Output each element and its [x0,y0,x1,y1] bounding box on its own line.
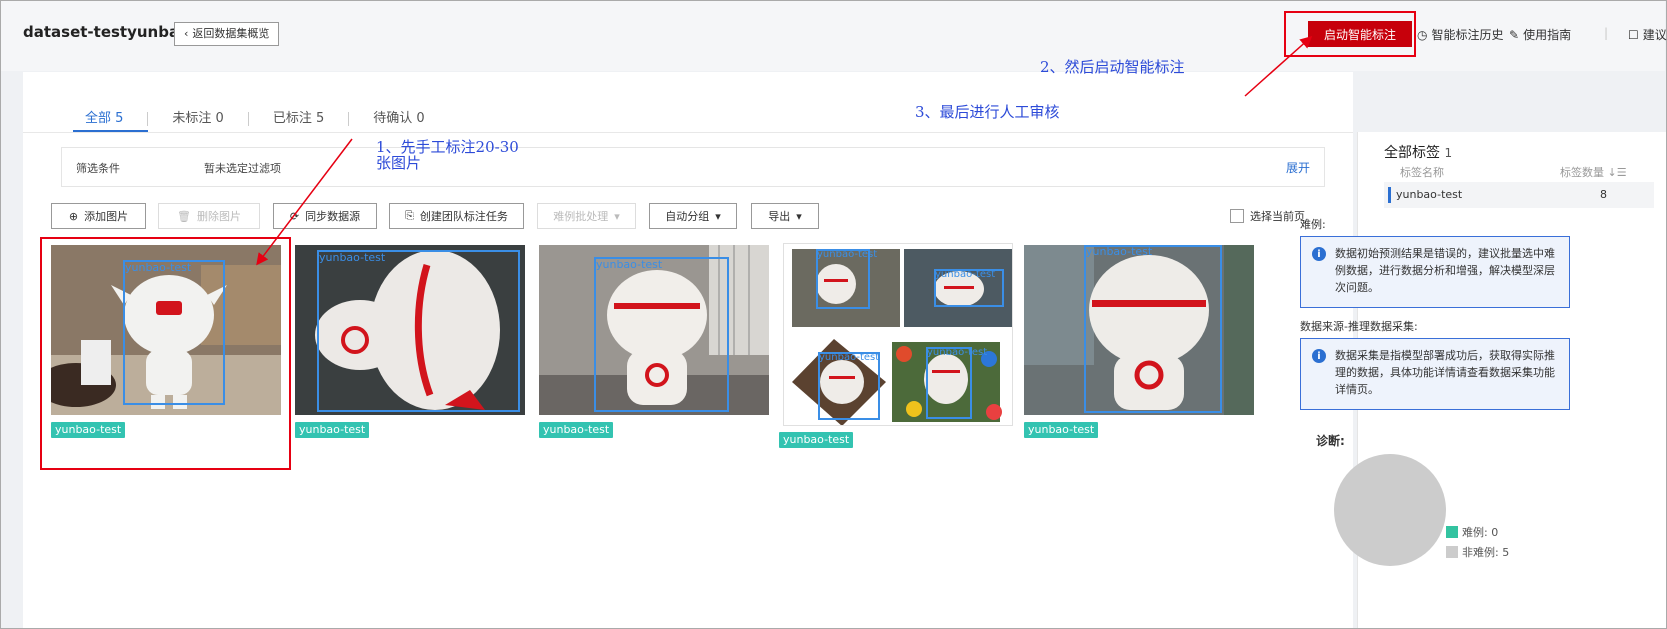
label-name: yunbao-test [1396,188,1463,201]
sync-source-button[interactable]: ⟳ 同步数据源 [273,203,377,229]
add-image-button[interactable]: ⊕ 添加图片 [51,203,146,229]
create-team-task-button[interactable]: ⎘ 创建团队标注任务 [389,203,524,229]
data-source-title: 数据来源-推理数据采集: [1300,320,1418,333]
delete-image-button[interactable]: 🗑 删除图片 [158,203,260,229]
bounding-box-label: yunbao-test [596,258,663,271]
dataset-title: dataset-testyunbao [23,23,190,41]
pie-slice-nonhard [1334,454,1446,566]
hard-example-info: i 数据初始预测结果是错误的，建议批量选中难例数据，进行数据分析和增强，解决模型… [1300,236,1570,308]
feedback-link[interactable]: ☐ 建议 [1628,26,1667,43]
label-count-value: 8 [1600,188,1607,201]
label-count: 1 [1444,146,1453,160]
tab-divider [147,112,149,126]
label-row[interactable]: yunbao-test 8 [1384,182,1654,208]
image-card-2[interactable]: yunbao-test [295,245,525,415]
sort-icon[interactable]: ↓☰ [1608,166,1627,179]
info-icon: i [1312,247,1326,261]
image-tag: yunbao-test [779,432,854,448]
back-to-overview-button[interactable]: ‹ 返回数据集概览 [174,22,280,46]
select-page-checkbox[interactable] [1230,209,1244,223]
export-dropdown[interactable]: 导出 ▾ [751,203,819,229]
bounding-box[interactable] [594,257,729,412]
tab-divider [348,112,350,126]
legend-nonhard: 非难例: 5 [1446,544,1509,560]
tab-unlabeled[interactable]: 未标注 0 [160,109,235,129]
bounding-box-label: yunbao-test [935,269,996,280]
highlight-first-image [40,237,291,470]
trash-icon: 🗑 [177,209,191,223]
chevron-left-icon: ‹ [184,27,189,40]
smart-labeling-history-link[interactable]: ◷ 智能标注历史 [1417,26,1504,43]
bounding-box-label: yunbao-test [1086,245,1153,258]
toolbar: ⊕ 添加图片 🗑 删除图片 ⟳ 同步数据源 ⎘ 创建团队标注任务 难例批处理 ▾… [23,203,1353,229]
tab-pending[interactable]: 待确认 0 [361,109,436,129]
info-icon: i [1312,349,1326,363]
filter-bar: 筛选条件 暂未选定过滤项 展开 [61,147,1325,187]
tab-bar: 全部 5 未标注 0 已标注 5 待确认 0 [73,109,437,129]
tab-all[interactable]: 全部 5 [73,109,135,129]
right-panel: 全部标签 1 标签名称 标签数量 ↓☰ yunbao-test 8 难例: i … [1300,132,1666,628]
all-labels-title: 全部标签 1 [1384,145,1453,161]
user-guide-link[interactable]: ✎ 使用指南 [1509,26,1571,43]
data-source-info: i 数据采集是指模型部署成功后，获取得实际推理的数据，具体功能详情请查看数据采集… [1300,338,1570,410]
highlight-start-button [1284,11,1416,57]
filter-expand-link[interactable]: 展开 [1286,159,1310,176]
edit-doc-icon: ✎ [1509,27,1520,42]
auto-group-dropdown[interactable]: 自动分组 ▾ [649,203,737,229]
hard-batch-dropdown[interactable]: 难例批处理 ▾ [537,203,636,229]
sync-icon: ⟳ [289,209,300,223]
hard-example-title: 难例: [1300,218,1326,231]
bounding-box-label: yunbao-test [819,352,880,363]
image-tag: yunbao-test [539,422,614,438]
chevron-down-icon: ▾ [796,209,802,223]
tabs-divider [23,132,1353,133]
legend-swatch-nonhard [1446,546,1458,558]
select-current-page[interactable]: 选择当前页 [1230,208,1305,224]
label-count-header[interactable]: 标签数量 ↓☰ [1560,164,1627,180]
task-icon: ⎘ [405,209,414,222]
image-card-5[interactable]: yunbao-test [1024,245,1254,415]
image-card-3[interactable]: yunbao-test [539,245,769,415]
feedback-icon: ☐ [1628,27,1639,42]
filter-label: 筛选条件 [76,162,120,175]
tab-divider [247,112,249,126]
bounding-box-label: yunbao-test [927,347,988,358]
diagnosis-title: 诊断: [1316,434,1345,448]
tab-labeled[interactable]: 已标注 5 [261,109,336,129]
image-tag: yunbao-test [295,422,370,438]
label-color-bar [1388,187,1391,203]
divider: | [1604,26,1609,40]
chevron-down-icon: ▾ [715,209,721,223]
legend-hard: 难例: 0 [1446,524,1498,540]
chevron-down-icon: ▾ [614,209,620,223]
filter-value: 暂未选定过滤项 [204,162,281,175]
diagnosis-pie-chart [1334,454,1446,566]
bounding-box[interactable] [317,250,520,412]
step3-annotation: 3、最后进行人工审核 [915,103,1060,121]
plus-circle-icon: ⊕ [68,209,79,223]
clock-icon: ◷ [1417,27,1428,42]
image-card-4[interactable]: yunbao-test yunbao-test yunbao-test yunb… [783,243,1013,426]
step1-annotation-line2: 张图片 [376,154,422,172]
bounding-box-label: yunbao-test [817,249,878,260]
step2-annotation: 2、然后启动智能标注 [1040,58,1185,76]
legend-swatch-hard [1446,526,1458,538]
label-name-header: 标签名称 [1400,166,1444,179]
back-button-label: 返回数据集概览 [192,27,270,40]
image-tag: yunbao-test [1024,422,1099,438]
bounding-box[interactable] [1084,245,1222,413]
bounding-box-label: yunbao-test [319,251,386,264]
